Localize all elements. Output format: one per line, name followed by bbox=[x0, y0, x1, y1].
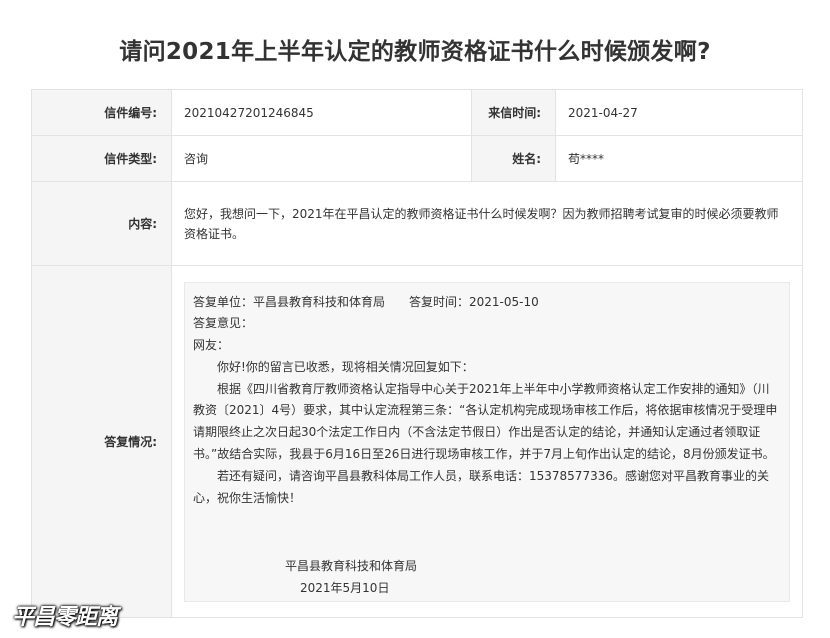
letter-detail-table: 信件编号: 20210427201246845 来信时间: 2021-04-27… bbox=[31, 89, 803, 618]
table-row: 答复情况: 答复单位：平昌县教育科技和体育局 答复时间：2021-05-10 答… bbox=[31, 265, 803, 618]
content-value: 您好，我想问一下，2021年在平昌认定的教师资格证书什么时候发啊？因为教师招聘考… bbox=[171, 181, 803, 266]
reply-label: 答复情况: bbox=[31, 265, 172, 618]
reply-paragraph: 若还有疑问，请咨询平昌县教科体局工作人员，联系电话：15378577336。感谢… bbox=[193, 468, 769, 505]
letter-id-value: 20210427201246845 bbox=[171, 89, 472, 136]
letter-date-value: 2021-04-27 bbox=[555, 89, 803, 136]
reply-paragraph: 你好!你的留言已收悉，现将相关情况回复如下： bbox=[217, 359, 474, 374]
letter-id-label: 信件编号: bbox=[31, 89, 172, 136]
reply-opinion-label: 答复意见： bbox=[193, 316, 254, 331]
letter-type-label: 信件类型: bbox=[31, 135, 172, 182]
reply-paragraph: 根据《四川省教育厅教师资格认定指导中心关于2021年上半年中小学教师资格认定工作… bbox=[193, 381, 778, 462]
table-row: 信件类型: 咨询 姓名: 苟**** bbox=[31, 135, 803, 182]
letter-type-value: 咨询 bbox=[171, 135, 472, 182]
reply-greeting: 网友： bbox=[193, 338, 230, 353]
letter-date-label: 来信时间: bbox=[471, 89, 556, 136]
content-label: 内容: bbox=[31, 181, 172, 266]
reply-signature-org: 平昌县教育科技和体育局 bbox=[285, 558, 418, 573]
reply-header: 答复单位：平昌县教育科技和体育局 答复时间：2021-05-10 bbox=[193, 294, 539, 309]
reply-box: 答复单位：平昌县教育科技和体育局 答复时间：2021-05-10 答复意见： 网… bbox=[184, 281, 790, 602]
page-title: 请问2021年上半年认定的教师资格证书什么时候颁发啊? bbox=[119, 39, 711, 65]
table-row: 内容: 您好，我想问一下，2021年在平昌认定的教师资格证书什么时候发啊？因为教… bbox=[31, 181, 803, 266]
sender-name-value: 苟**** bbox=[555, 135, 803, 182]
reply-signature-date: 2021年5月10日 bbox=[300, 580, 390, 595]
watermark-logo: 平昌零距离 bbox=[12, 605, 118, 630]
table-row: 信件编号: 20210427201246845 来信时间: 2021-04-27 bbox=[31, 89, 803, 136]
sender-name-label: 姓名: bbox=[471, 135, 556, 182]
reply-cell: 答复单位：平昌县教育科技和体育局 答复时间：2021-05-10 答复意见： 网… bbox=[171, 265, 803, 618]
